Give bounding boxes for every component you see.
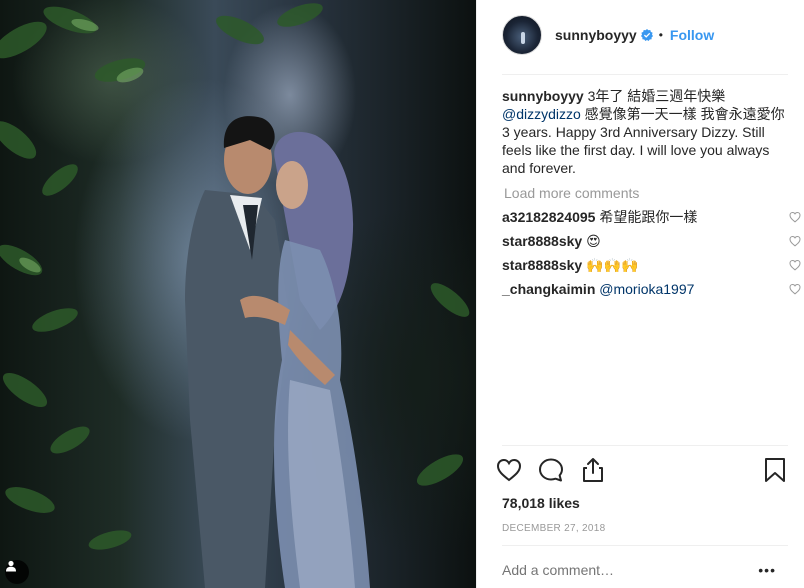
comment-item: star8888sky 😍 (502, 232, 801, 250)
caption-text-line2: 感覺像第一天一樣 我會永遠愛你 (580, 106, 785, 122)
header-separator: • (658, 28, 663, 42)
actions-divider (502, 445, 788, 446)
caption-english: 3 years. Happy 3rd Anniversary Dizzy. St… (502, 124, 770, 176)
user-tag-icon (6, 560, 16, 572)
heart-icon[interactable] (789, 211, 801, 223)
caption-text-line1: 3年了 結婚三週年快樂 (587, 88, 726, 104)
post-date[interactable]: DECEMBER 27, 2018 (502, 523, 605, 534)
photo-illustration (0, 3, 470, 588)
bookmark-icon[interactable] (761, 456, 789, 484)
header-username[interactable]: sunnyboyyy (555, 27, 637, 43)
heart-icon[interactable] (789, 235, 801, 247)
comment-text: 希望能跟你一樣 (599, 209, 698, 225)
comment-input-divider (502, 545, 788, 546)
comments-section: sunnyboyyy 3年了 結婚三週年快樂 @dizzydizzo 感覺像第一… (502, 87, 801, 298)
header-divider (502, 74, 788, 75)
heart-icon[interactable] (495, 456, 523, 484)
post-header: sunnyboyyy • Follow (502, 15, 714, 55)
follow-button[interactable]: Follow (670, 27, 714, 43)
post-caption: sunnyboyyy 3年了 結婚三週年快樂 @dizzydizzo 感覺像第一… (502, 87, 792, 177)
comment-text: 😍 (586, 233, 601, 249)
more-options-button[interactable]: ••• (758, 562, 776, 578)
caption-mention[interactable]: @dizzydizzo (502, 106, 581, 122)
post-photo[interactable] (0, 0, 476, 588)
post-side-panel: sunnyboyyy • Follow sunnyboyyy 3年了 結婚三週年… (476, 0, 804, 588)
share-icon[interactable] (579, 456, 607, 484)
add-comment-input[interactable] (502, 562, 742, 578)
comment-mention[interactable]: @morioka1997 (599, 281, 694, 297)
load-more-comments-button[interactable]: Load more comments (504, 184, 792, 202)
comment-username[interactable]: star8888sky (502, 257, 582, 273)
comment-item: _changkaimin @morioka1997 (502, 280, 801, 298)
comment-item: a32182824095 希望能跟你一樣 (502, 208, 801, 226)
comment-text: 🙌🙌🙌 (586, 257, 639, 273)
caption-username[interactable]: sunnyboyyy (502, 88, 584, 104)
avatar[interactable] (502, 15, 542, 55)
action-bar (495, 456, 790, 484)
likes-count[interactable]: 78,018 likes (502, 495, 580, 511)
comment-username[interactable]: a32182824095 (502, 209, 595, 225)
comment-item: star8888sky 🙌🙌🙌 (502, 256, 801, 274)
comment-bubble-icon[interactable] (537, 456, 565, 484)
comment-username[interactable]: star8888sky (502, 233, 582, 249)
comment-username[interactable]: _changkaimin (502, 281, 595, 297)
user-tag-button[interactable] (5, 560, 29, 584)
heart-icon[interactable] (789, 283, 801, 295)
heart-icon[interactable] (789, 259, 801, 271)
verified-badge-icon (640, 29, 653, 41)
